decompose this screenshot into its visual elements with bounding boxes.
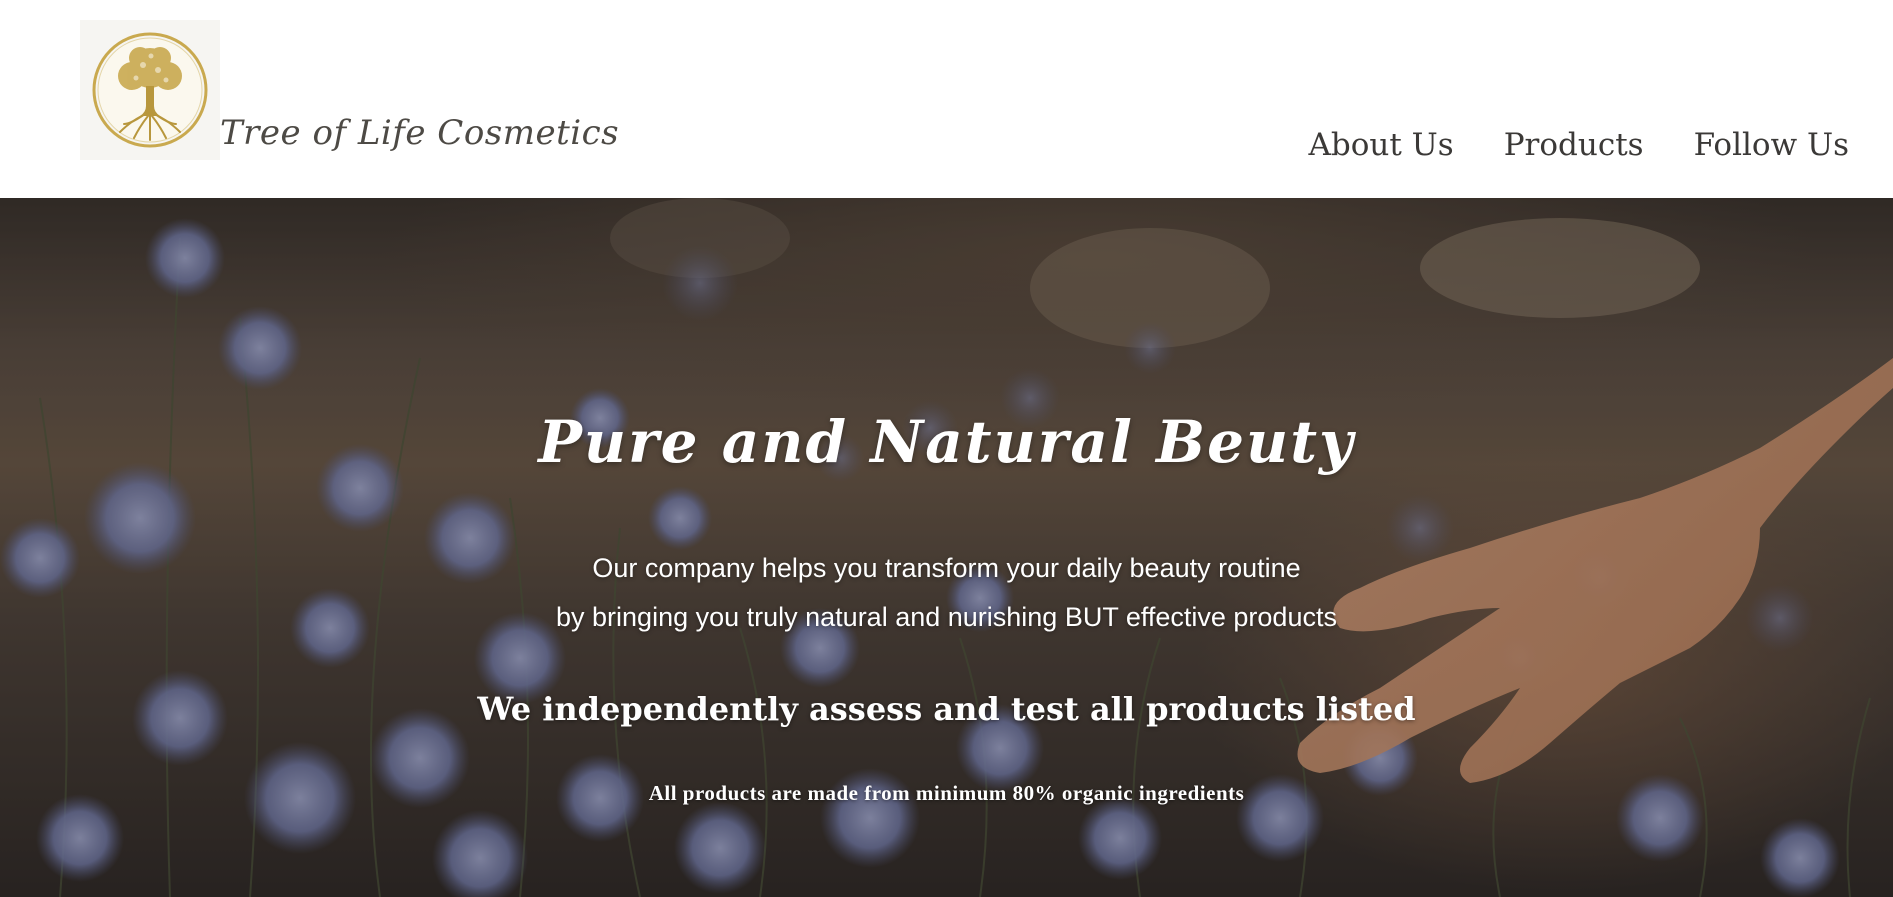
nav-follow-us[interactable]: Follow Us [1694,127,1849,163]
hero-note: All products are made from minimum 80% o… [648,781,1245,805]
hero-banner: Pure and Natural Beuty Our company helps… [0,198,1893,897]
tree-of-life-icon [92,32,208,148]
hero-title: Pure and Natural Beuty [538,408,1355,476]
nav-about-us[interactable]: About Us [1308,127,1453,163]
nav-products[interactable]: Products [1504,127,1644,163]
main-nav: About Us Products Follow Us [1258,127,1849,163]
brand-name[interactable]: Tree of Life Cosmetics [220,113,619,153]
site-header: Tree of Life Cosmetics About Us Products… [0,0,1893,198]
hero-description-line-2: by bringing you truly natural and nurish… [556,602,1337,632]
logo[interactable] [80,20,220,160]
hero-claim: We independently assess and test all pro… [477,690,1416,728]
hero-description-line-1: Our company helps you transform your dai… [592,553,1301,583]
